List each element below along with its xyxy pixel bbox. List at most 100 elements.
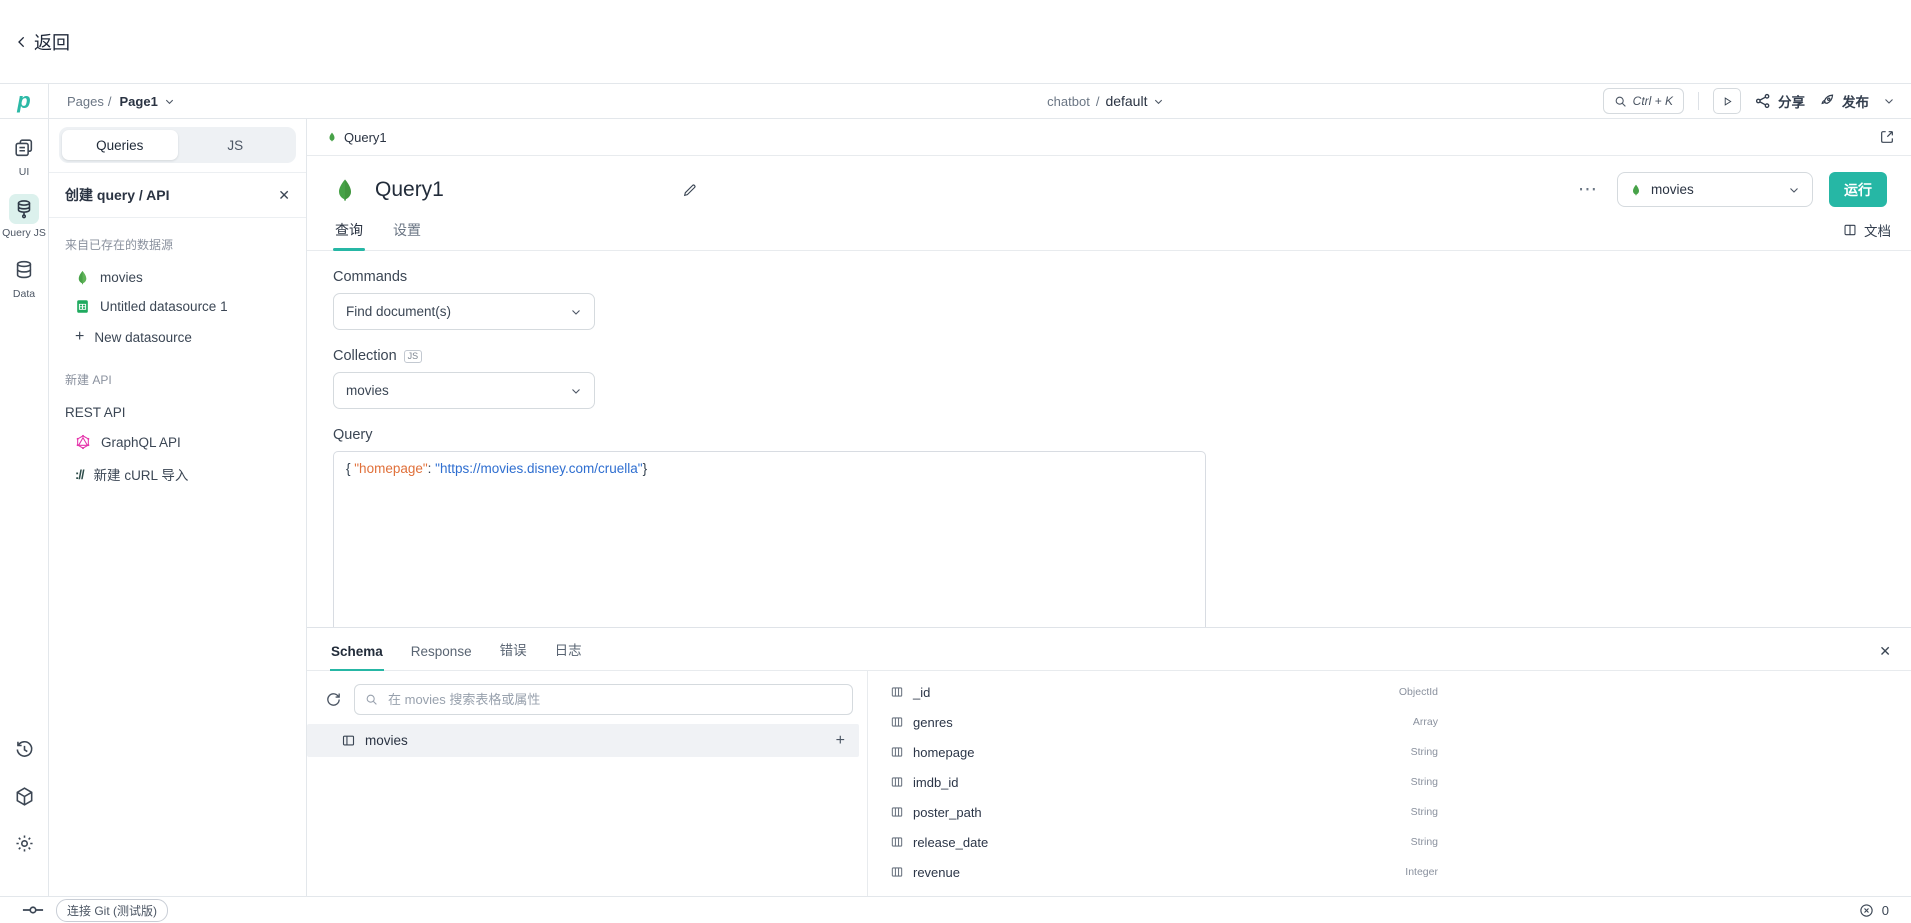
collection-select-value: movies [346,383,389,398]
git-commit-icon [22,903,44,917]
app-name: chatbot [1047,94,1090,109]
back-label: 返回 [34,29,70,55]
new-datasource-button[interactable]: + New datasource [65,321,290,353]
field-row[interactable]: _id ObjectId [890,677,1438,707]
datasource-item-untitled[interactable]: Untitled datasource 1 [65,292,290,321]
column-icon [890,685,904,699]
schema-response-panel: Schema Response 错误 日志 ✕ [307,627,1911,896]
json-string-value: "https://movies.disney.com/cruella" [435,461,642,476]
query-crumb[interactable]: Query1 [327,130,387,145]
back-button[interactable]: 返回 [14,29,70,55]
search-icon [1614,95,1627,108]
field-row[interactable]: poster_path String [890,797,1438,827]
error-indicator[interactable]: 0 [1859,903,1889,918]
book-icon [1843,223,1857,237]
field-row[interactable]: genres Array [890,707,1438,737]
commands-select[interactable]: Find document(s) [333,293,595,330]
schema-collections-pane: movies + [307,671,868,896]
rail-item-ui[interactable]: UI [9,133,39,178]
mongodb-leaf-icon [1630,183,1642,197]
play-icon [1722,96,1733,107]
tab-settings[interactable]: 设置 [391,220,423,250]
refresh-schema-icon[interactable] [325,691,342,708]
run-label: 运行 [1844,180,1872,200]
commands-select-value: Find document(s) [346,304,451,319]
section-existing-datasources: 来自已存在的数据源 [65,236,290,253]
collection-row-label: movies [365,733,408,748]
query-crumb-label: Query1 [344,130,387,145]
curl-import-item[interactable]: :// 新建 cURL 导入 [65,457,290,491]
tab-schema[interactable]: Schema [330,644,384,670]
run-button[interactable]: 运行 [1829,172,1887,207]
collection-select[interactable]: movies [333,372,595,409]
history-icon[interactable] [14,739,35,760]
query-code-line: { "homepage": "https://movies.disney.com… [346,461,1193,476]
top-back-bar: 返回 [0,0,1911,83]
query-field-label: Query [333,427,1911,443]
pages-breadcrumb[interactable]: Pages / Page1 [49,84,609,118]
preview-play-button[interactable] [1713,88,1741,114]
docs-link[interactable]: 文档 [1843,220,1891,250]
curl-icon: :// [75,467,84,482]
explorer-panel: Queries JS 创建 query / API ✕ 来自已存在的数据源 mo [49,119,307,896]
tab-queries[interactable]: Queries [62,130,178,160]
query-crumb-bar: Query1 [307,119,1911,156]
tab-js[interactable]: JS [178,130,294,160]
more-actions-button[interactable]: ⋯ [1578,185,1599,195]
omnibar-search-button[interactable]: Ctrl + K [1603,88,1684,114]
js-toggle-badge[interactable]: JS [404,350,423,363]
tab-errors[interactable]: 错误 [499,639,528,670]
datasource-select-value: movies [1651,182,1694,197]
field-row[interactable]: homepage String [890,737,1438,767]
tab-response[interactable]: Response [410,644,473,670]
rail-item-query-js[interactable]: Query JS [2,194,46,239]
field-row[interactable]: imdb_id String [890,767,1438,797]
rail-item-data[interactable]: Data [9,255,39,300]
error-circle-icon [1859,903,1874,918]
close-icon[interactable]: ✕ [1879,643,1891,670]
app-logo[interactable]: p [0,84,49,118]
tab-queries-label: Queries [96,138,143,153]
app-env-breadcrumb[interactable]: chatbot / default [609,84,1603,118]
field-row[interactable]: revenue Integer [890,857,1438,887]
column-icon [890,865,904,879]
datasource-select[interactable]: movies [1617,172,1813,207]
datasource-item-movies[interactable]: movies [65,263,290,292]
collapse-editor-icon[interactable] [1879,129,1895,145]
tab-logs[interactable]: 日志 [554,639,583,670]
env-sep: / [1096,94,1100,109]
query-form: Commands Find document(s) Collection JS … [307,251,1911,691]
header-divider [1698,92,1699,110]
share-button[interactable]: 分享 [1755,91,1805,111]
query-editor-zone: Query1 ⋯ movies [307,156,1911,896]
schema-search-input[interactable] [386,691,842,708]
share-icon [1755,93,1771,109]
graphql-api-item[interactable]: GraphQL API [65,427,290,457]
gear-icon[interactable] [14,833,35,854]
cube-icon[interactable] [14,786,35,807]
deploy-menu-chevron-icon[interactable] [1883,95,1895,107]
bottom-panel-tabs: Schema Response 错误 日志 ✕ [307,628,1911,671]
collection-row-movies[interactable]: movies + [307,724,859,757]
app-window: 返回 p Pages / Page1 chatbot / default [0,0,1911,923]
connect-git-button[interactable]: 连接 Git (测试版) [56,899,168,922]
header-bar: p Pages / Page1 chatbot / default Ctrl +… [0,83,1911,119]
schema-body: movies + _id ObjectId [307,671,1911,896]
docs-label: 文档 [1864,220,1891,240]
column-icon [890,715,904,729]
close-icon[interactable]: ✕ [278,187,290,204]
editor-content: Query1 Query1 ⋯ [307,119,1911,896]
deploy-button[interactable]: 发布 [1819,91,1869,111]
edit-name-pencil-icon[interactable] [682,182,698,198]
field-row[interactable]: release_date String [890,827,1438,857]
tab-query[interactable]: 查询 [333,220,365,250]
graphql-icon [75,434,91,450]
rest-api-item[interactable]: REST API [65,398,290,427]
status-bar: 连接 Git (测试版) 0 [0,896,1911,923]
database-icon [13,259,35,281]
rest-api-label: REST API [65,405,126,420]
rail-label-data: Data [13,288,35,300]
add-query-plus-icon[interactable]: + [836,732,845,750]
share-label: 分享 [1778,91,1805,111]
rocket-icon [1819,93,1835,109]
